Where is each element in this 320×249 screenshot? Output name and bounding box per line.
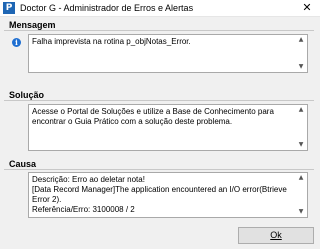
group-divider-solucao [4,100,314,101]
message-textbox[interactable]: Falha imprevista na rotina p_objNotas_Er… [28,34,308,73]
group-label-mensagem: Mensagem [9,20,56,30]
scroll-up-icon[interactable]: ▲ [297,106,305,114]
group-divider-causa [4,169,314,170]
window-title: Doctor G - Administrador de Erros e Aler… [20,3,194,13]
ok-button-label: Ok [270,230,282,240]
ok-button[interactable]: Ok [238,227,314,244]
app-icon: P [3,2,15,14]
message-text: Falha imprevista na rotina p_objNotas_Er… [32,37,191,46]
group-divider-mensagem [4,30,314,31]
title-bar[interactable]: P Doctor G - Administrador de Erros e Al… [0,0,320,17]
group-label-causa: Causa [9,159,37,169]
close-icon[interactable]: ✕ [300,1,314,15]
cause-line: Referência/Erro: 3100008 / 2 [32,205,135,214]
cause-textbox[interactable]: Descrição: Erro ao deletar nota! [Data R… [28,172,308,218]
solution-text: Acesse o Portal de Soluções e utilize a … [32,107,274,126]
cause-line: Descrição: Erro ao deletar nota! [32,175,145,184]
info-icon: i [12,38,21,47]
solution-textbox[interactable]: Acesse o Portal de Soluções e utilize a … [28,104,308,151]
scroll-down-icon[interactable]: ▼ [297,141,305,149]
scroll-up-icon[interactable]: ▲ [297,174,305,182]
scroll-down-icon[interactable]: ▼ [297,63,305,71]
error-dialog: P Doctor G - Administrador de Erros e Al… [0,0,320,249]
cause-line: [Data Record Manager]The application enc… [32,185,287,204]
scroll-up-icon[interactable]: ▲ [297,36,305,44]
scroll-down-icon[interactable]: ▼ [297,208,305,216]
group-label-solucao: Solução [9,90,45,100]
